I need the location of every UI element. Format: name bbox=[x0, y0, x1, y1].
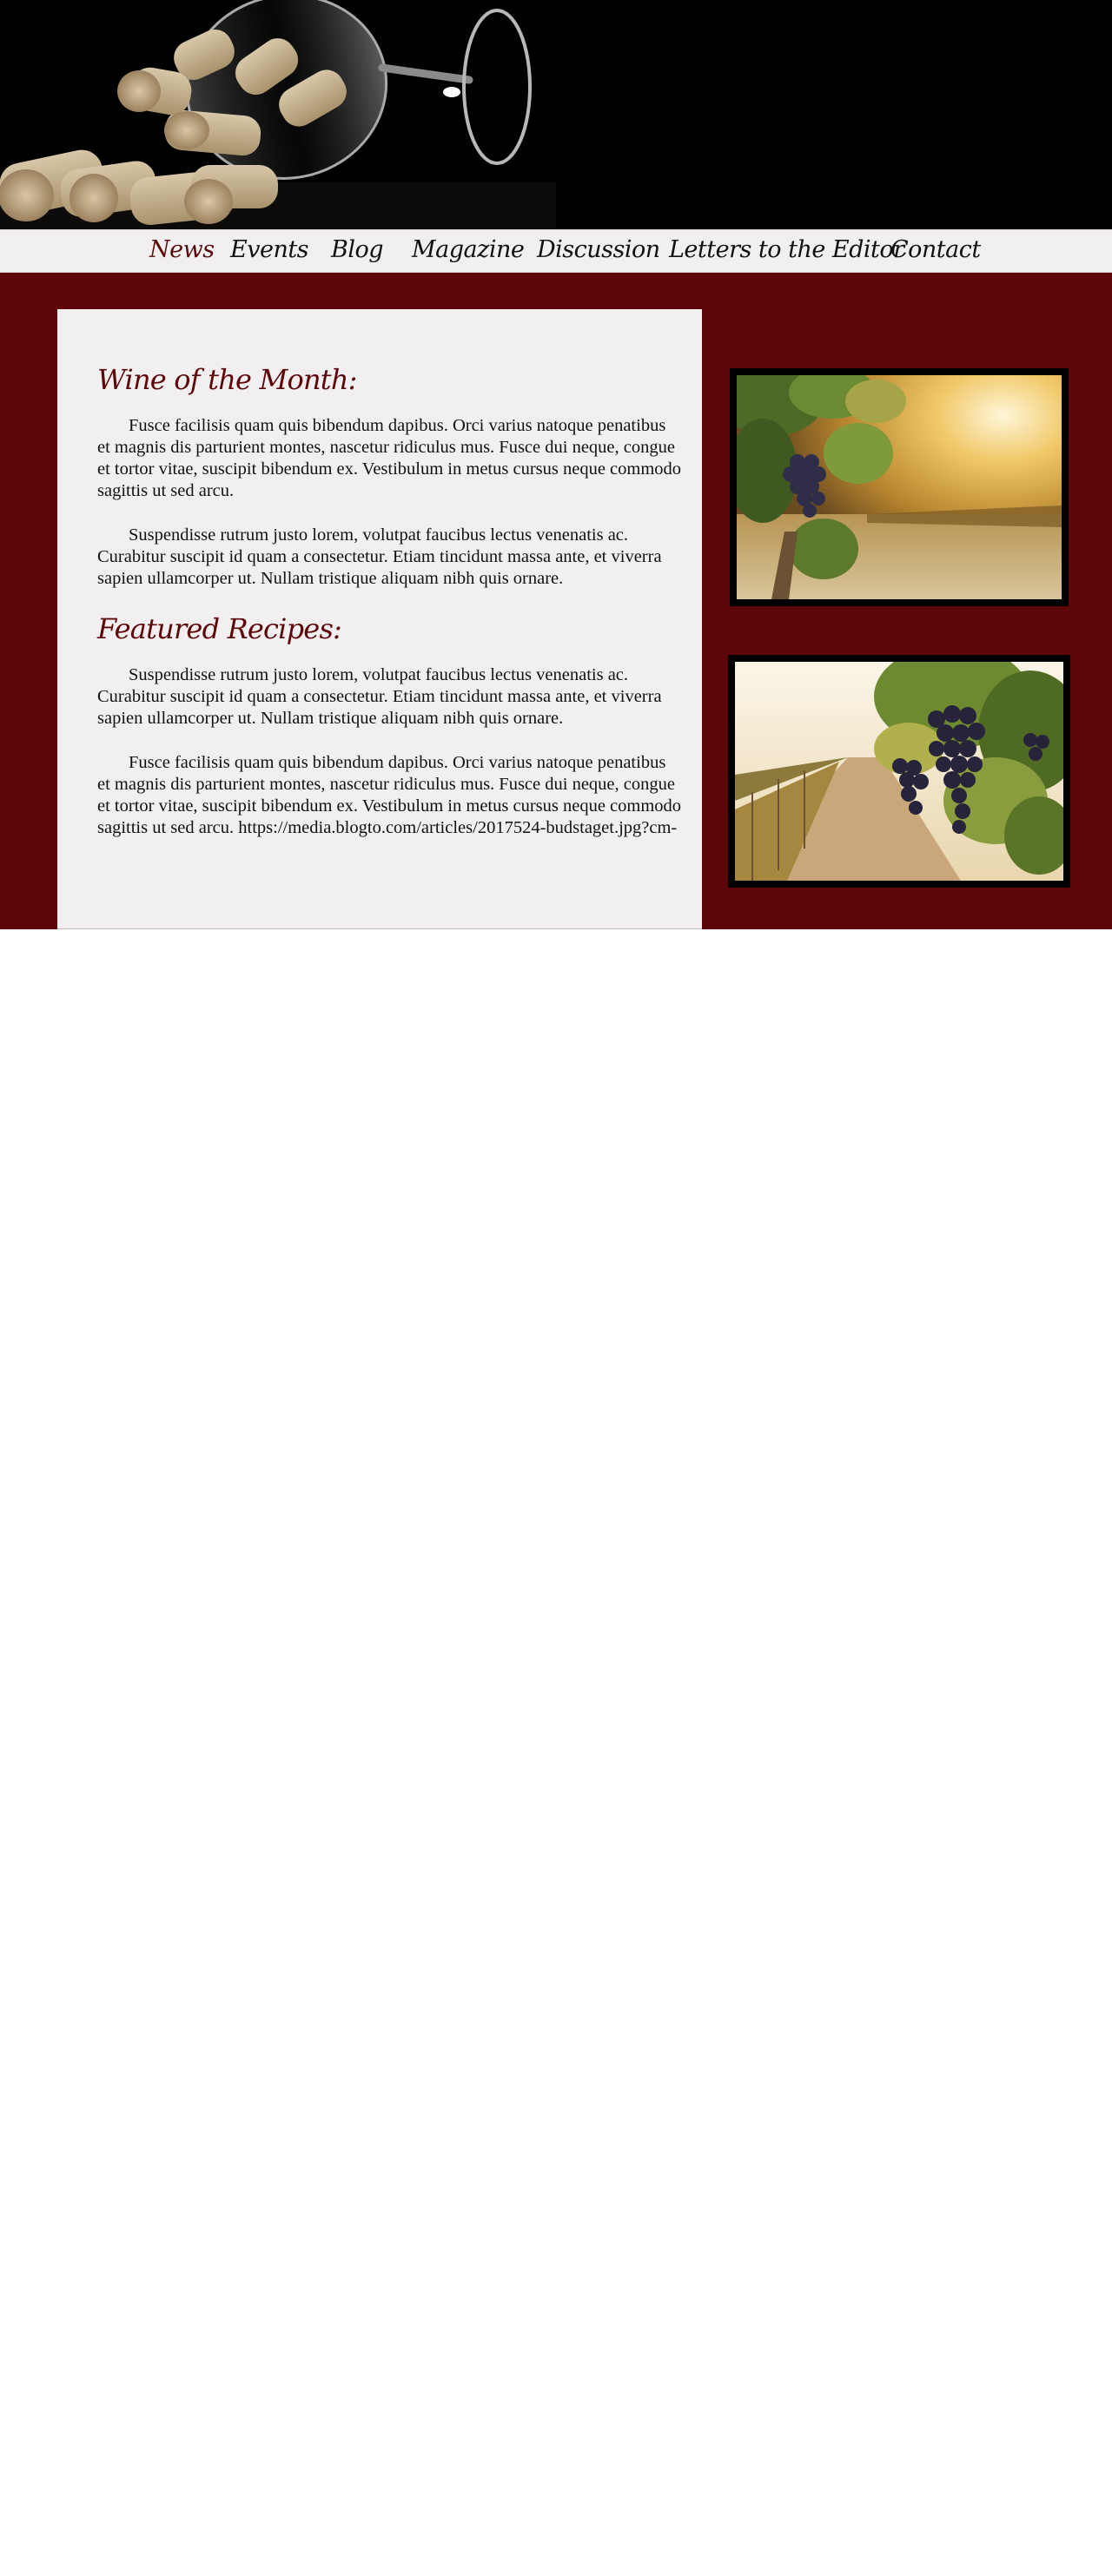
section-heading-wine-of-the-month: Wine of the Month: bbox=[97, 363, 357, 396]
nav-item-contact[interactable]: Contact bbox=[890, 236, 981, 263]
paragraph: Fusce facilisis quam quis bibendum dapib… bbox=[97, 416, 682, 500]
main-area: Wine of the Month: Fusce facilisis quam … bbox=[0, 273, 1112, 929]
nav-item-letters-to-the-editor[interactable]: Letters to the Editor bbox=[669, 236, 904, 263]
vineyard-rows-image bbox=[728, 655, 1070, 888]
nav-item-discussion[interactable]: Discussion bbox=[537, 236, 660, 263]
header-banner bbox=[0, 0, 1112, 229]
paragraph: Suspendisse rutrum justo lorem, volutpat… bbox=[97, 525, 662, 588]
section-heading-featured-recipes: Featured Recipes: bbox=[97, 612, 342, 645]
main-nav: News Events Blog Magazine Discussion Let… bbox=[0, 229, 1112, 273]
nav-item-events[interactable]: Events bbox=[230, 236, 309, 263]
paragraph: Suspendisse rutrum justo lorem, volutpat… bbox=[97, 665, 662, 728]
grape-cluster-photo bbox=[735, 662, 1063, 881]
grapes-on-vine-photo bbox=[737, 375, 1062, 599]
paragraph: Fusce facilisis quam quis bibendum dapib… bbox=[97, 753, 682, 837]
article-panel: Wine of the Month: Fusce facilisis quam … bbox=[57, 309, 702, 929]
nav-item-blog[interactable]: Blog bbox=[331, 236, 384, 263]
nav-item-news[interactable]: News bbox=[149, 236, 215, 263]
nav-item-magazine[interactable]: Magazine bbox=[412, 236, 525, 263]
vineyard-sunset-image bbox=[730, 368, 1069, 606]
footer-divider bbox=[57, 928, 702, 929]
wine-glass-corks-image bbox=[0, 0, 1112, 229]
